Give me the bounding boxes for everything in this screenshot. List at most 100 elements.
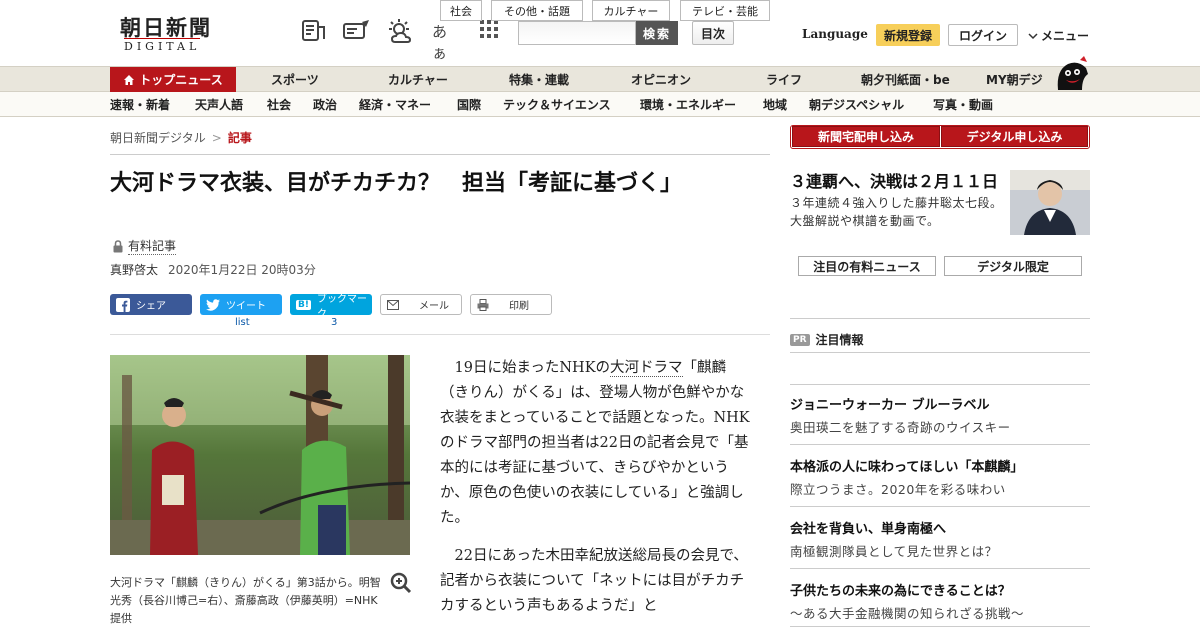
twitter-share-button[interactable]: ツイート	[200, 294, 282, 315]
mail-share-button[interactable]: メール	[380, 294, 462, 315]
mail-icon	[387, 299, 399, 310]
pr-item-subtitle: 奥田瑛二を魅了する奇跡のウイスキー	[790, 420, 1011, 435]
subnav-item-politics[interactable]: 政治	[313, 92, 337, 116]
tab-paid-news[interactable]: 注目の有料ニュース	[798, 256, 936, 276]
facebook-share-label: シェア	[136, 301, 166, 312]
article-title: 大河ドラマ衣装、目がチカチカ？ 担当「考証に基づく」	[110, 171, 683, 196]
search-button[interactable]: 検索	[636, 21, 678, 45]
mascot-icon[interactable]	[1054, 56, 1090, 92]
zoom-icon[interactable]	[390, 572, 412, 594]
subnav-item-society[interactable]: 社会	[267, 92, 291, 116]
weather-icon[interactable]	[386, 18, 412, 44]
tag-tv-entertainment[interactable]: テレビ・芸能	[680, 0, 770, 21]
nav-item-sports[interactable]: スポーツ	[271, 67, 319, 92]
promo-text: ３年連続４強入りした藤井聡太七段。大盤解説や棋譜を動画で。	[790, 196, 1003, 228]
article-photo[interactable]	[110, 355, 410, 555]
search-input[interactable]	[518, 21, 636, 45]
subnav-item-photo-video[interactable]: 写真・動画	[933, 92, 993, 116]
nav-item-opinion[interactable]: オピニオン	[631, 67, 691, 92]
nav-item-features[interactable]: 特集・連載	[509, 67, 569, 92]
tab-digital-only[interactable]: デジタル限定	[944, 256, 1082, 276]
language-link[interactable]: Language	[802, 27, 868, 41]
twitter-share-label: ツイート	[226, 301, 266, 312]
pr-item-subtitle: 南極観測隊員として見た世界とは？	[790, 544, 998, 559]
subnav-item-special[interactable]: 朝デジスペシャル	[809, 92, 904, 116]
divider	[110, 154, 770, 155]
twitter-icon	[206, 298, 220, 311]
login-button[interactable]: ログイン	[948, 24, 1018, 46]
article-paragraph: 22日にあった木田幸紀放送総局長の会見で、記者から衣装について「ネットには目がチ…	[440, 548, 748, 614]
print-label: 印刷	[509, 301, 529, 312]
divider	[790, 352, 1090, 353]
paid-article-badge[interactable]: 有料記事	[112, 237, 177, 255]
subnav-item-international[interactable]: 国際	[457, 92, 481, 116]
author-name: 真野啓太	[110, 263, 159, 277]
breadcrumb-home[interactable]: 朝日新聞デジタル	[110, 129, 206, 146]
chevron-down-icon	[1028, 32, 1038, 39]
primary-nav: トップニュース スポーツ カルチャー 特集・連載 オピニオン ライフ 朝夕刊紙面…	[0, 66, 1200, 92]
lock-icon	[113, 239, 123, 252]
paragraph-text: 19日に始まったNHKの	[454, 360, 611, 376]
hatena-bookmark-count[interactable]: 3	[331, 317, 337, 328]
subnav-item-tenseijingo[interactable]: 天声人語	[195, 92, 243, 116]
tag-society[interactable]: 社会	[440, 0, 482, 21]
twitter-share-count[interactable]: list	[235, 317, 250, 328]
nav-item-culture[interactable]: カルチャー	[388, 67, 448, 92]
digital-subscribe-button[interactable]: デジタル申し込み	[941, 126, 1088, 147]
divider	[790, 568, 1090, 569]
promo-title[interactable]: ３連覇へ、決戦は２月１１日	[790, 168, 998, 192]
menu-button[interactable]: メニュー	[1028, 27, 1089, 44]
secondary-nav: 速報・新着 天声人語 社会 政治 経済・マネー 国際 テック＆サイエンス 環境・…	[0, 92, 1200, 117]
nav-item-life[interactable]: ライフ	[766, 67, 802, 92]
pr-item-title[interactable]: 子供たちの未来の為にできることは？	[790, 580, 1011, 599]
signup-button[interactable]: 新規登録	[876, 24, 940, 46]
newspaper-subscribe-button[interactable]: 新聞宅配申し込み	[792, 126, 940, 147]
divider	[790, 506, 1090, 507]
index-button[interactable]: 目次	[692, 21, 734, 45]
nav-item-label: トップニュース	[139, 73, 223, 87]
site-logo[interactable]: 朝日新聞 DIGITAL	[110, 12, 230, 54]
promo-image[interactable]	[1010, 170, 1090, 235]
facebook-icon	[116, 297, 130, 312]
pr-heading-label: 注目情報	[815, 333, 864, 347]
breadcrumb: 朝日新聞デジタル > 記事	[110, 129, 252, 146]
font-size-icon[interactable]: あぁ	[432, 18, 458, 62]
pr-item-title[interactable]: 本格派の人に味わってほしい「本麒麟」	[790, 456, 1023, 475]
publish-date: 2020年1月22日 20時03分	[168, 263, 316, 277]
nav-item-top-news[interactable]: トップニュース	[110, 67, 236, 92]
pr-badge: PR	[790, 333, 810, 346]
pr-item-title[interactable]: 会社を背負い、単身南極へ	[790, 518, 946, 537]
divider	[790, 384, 1090, 385]
subnav-item-tech-science[interactable]: テック＆サイエンス	[503, 92, 611, 116]
divider	[790, 626, 1090, 627]
menu-label: メニュー	[1041, 29, 1090, 43]
divider	[790, 444, 1090, 445]
nav-item-my-asadigi[interactable]: MY朝デジ	[986, 67, 1043, 92]
pr-item-title[interactable]: ジョニーウォーカー ブルーラベル	[790, 394, 990, 413]
paper-plane-icon[interactable]	[342, 18, 369, 44]
hatena-bookmark-button[interactable]: B! ブックマーク	[290, 294, 372, 320]
subnav-item-breaking[interactable]: 速報・新着	[110, 92, 170, 116]
tag-culture[interactable]: カルチャー	[592, 0, 670, 21]
article-paragraph: 19日に始まったNHKの大河ドラマ「麒麟（きりん）がくる」は、登場人物が色鮮やか…	[440, 356, 750, 531]
facebook-share-button[interactable]: シェア	[110, 294, 192, 315]
divider	[110, 334, 770, 335]
pr-heading: PR 注目情報	[790, 331, 864, 348]
subnav-item-economy[interactable]: 経済・マネー	[359, 92, 431, 116]
tag-topics[interactable]: その他・話題	[491, 0, 583, 21]
logo-sub-text: DIGITAL	[124, 38, 201, 53]
subnav-item-region[interactable]: 地域	[763, 92, 787, 116]
pr-item-subtitle: 際立つうまさ。2020年を彩る味わい	[790, 482, 1006, 497]
print-button[interactable]: 印刷	[470, 294, 552, 315]
taiga-drama-link[interactable]: 大河ドラマ	[610, 360, 683, 377]
mail-share-label: メール	[419, 301, 449, 312]
print-icon	[477, 298, 489, 311]
newspaper-icon[interactable]	[300, 18, 326, 44]
paragraph-text: 「麒麟（きりん）がくる」は、登場人物が色鮮やかな衣装をまとっていることで話題とな…	[440, 360, 750, 526]
subnav-item-environment[interactable]: 環境・エネルギー	[640, 92, 736, 116]
hatena-icon: B!	[296, 299, 311, 310]
byline: 真野啓太 2020年1月22日 20時03分	[110, 261, 316, 278]
nav-item-paper[interactable]: 朝夕刊紙面・be	[861, 67, 950, 92]
grid-icon[interactable]	[478, 18, 504, 44]
home-icon	[124, 74, 135, 85]
